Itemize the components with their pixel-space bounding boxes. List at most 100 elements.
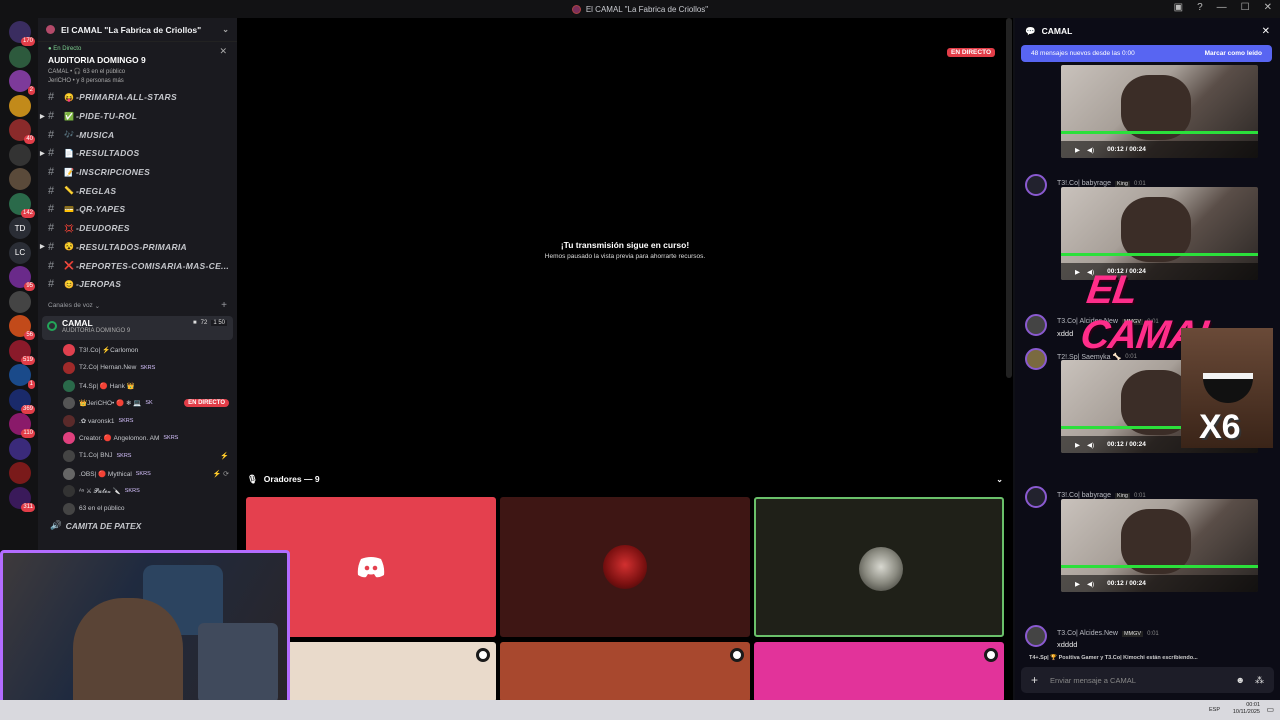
server-header[interactable]: El CAMAL "La Fabrica de Criollos" ⌄ — [38, 18, 237, 42]
video-attachment[interactable]: ▶ ◀) 00:12 / 00:24 — [1061, 65, 1258, 158]
server-icon[interactable]: 40 — [9, 119, 35, 144]
server-icon[interactable] — [9, 437, 31, 460]
server-icon[interactable]: 2 — [9, 70, 35, 95]
text-channel[interactable]: ▶ # 📄 -RESULTADOS — [38, 144, 237, 163]
voice-user[interactable]: Creator. 🔴 Angelomon. AM SKRS — [38, 430, 237, 448]
live-event-card[interactable]: ● En Directo AUDITORIA DOMINGO 9 CAMAL •… — [38, 42, 237, 88]
server-icon[interactable]: 1 — [9, 364, 35, 389]
language-indicator[interactable]: ESP — [1209, 707, 1220, 713]
mark-read-button[interactable]: Marcar como leído — [1205, 50, 1262, 57]
avatar[interactable] — [1025, 314, 1047, 336]
text-channel[interactable]: # 📝 -INSCRIPCIONES — [38, 163, 237, 182]
clock[interactable]: 00:01 10/11/2025 — [1233, 702, 1260, 716]
new-messages-bar[interactable]: 48 mensajes nuevos desde las 0:00 Marcar… — [1021, 45, 1272, 62]
add-channel-icon[interactable]: + — [221, 300, 227, 311]
voice-user[interactable]: 63 en el público — [38, 500, 237, 518]
channel-name: -REGLAS — [76, 185, 117, 196]
inbox-icon[interactable]: ▣ — [1174, 2, 1183, 13]
unread-indicator-icon: ▶ — [40, 150, 45, 157]
clan-tag: SKRS — [135, 470, 151, 477]
text-channel[interactable]: # 😊 -JEROPAS — [38, 275, 237, 294]
avatar[interactable] — [1025, 625, 1047, 647]
voice-channel-camal[interactable]: CAMAL AUDITORIA DOMINGO 9 ■ 72 1 50 — [42, 315, 233, 340]
chevron-down-icon[interactable]: ⌄ — [996, 475, 1003, 484]
message-author[interactable]: T3.Co| Alcides.New — [1057, 630, 1118, 637]
server-icon[interactable]: 170 — [9, 21, 35, 46]
play-icon[interactable]: ▶ — [1075, 268, 1080, 276]
voice-user[interactable]: .OBS| 🔴 Mythical SKRS ⚡ ⟳ — [38, 465, 237, 483]
avatar[interactable] — [1025, 174, 1047, 196]
minimize-button[interactable]: — — [1217, 2, 1227, 13]
video-attachment[interactable]: ▶ ◀) 00:12 / 00:24 — [1061, 187, 1258, 280]
video-attachment[interactable]: ▶ ◀) 00:12 / 00:24 — [1061, 499, 1258, 592]
maximize-button[interactable]: ☐ — [1241, 2, 1250, 13]
message-author[interactable]: T3!.Co| babyrage — [1057, 492, 1111, 499]
voice-user[interactable]: .✿ varonsk1 SKRS — [38, 412, 237, 430]
play-icon[interactable]: ▶ — [1075, 146, 1080, 154]
server-icon[interactable]: 369 — [9, 388, 35, 414]
text-channel[interactable]: ▶ # ✅ -PIDE-TU-ROL — [38, 107, 237, 126]
help-icon[interactable]: ? — [1197, 2, 1203, 13]
voice-user[interactable]: T1.Co| BNJ SKRS ⚡ — [38, 447, 237, 465]
server-icon[interactable] — [9, 143, 31, 166]
add-attachment-icon[interactable]: + — [1031, 673, 1038, 687]
volume-icon[interactable]: ◀) — [1087, 441, 1094, 449]
voice-channel-camita[interactable]: 🔊 CAMITA DE PATEX — [38, 518, 237, 534]
voice-user[interactable]: 👑JeriCHO• 🔴 ❄ 💻 SK EN DIRECTO — [38, 394, 237, 412]
server-icon[interactable]: 56 — [9, 315, 35, 340]
text-channel[interactable]: # 💢 -DEUDORES — [38, 219, 237, 238]
speakers-header[interactable]: 🎙 Oradores — 9 ⌄ — [247, 472, 1003, 486]
play-icon[interactable]: ▶ — [1075, 580, 1080, 588]
speakers-label: Oradores — 9 — [263, 474, 320, 484]
server-icon[interactable]: 110 — [9, 413, 35, 438]
speaker-tile[interactable] — [500, 497, 750, 637]
speaker-tile-active[interactable] — [754, 497, 1004, 637]
server-icon[interactable] — [9, 462, 31, 484]
server-icon[interactable] — [9, 290, 31, 313]
close-window-button[interactable]: ✕ — [1264, 2, 1272, 13]
scrollbar[interactable] — [1006, 18, 1012, 378]
server-icon[interactable]: 142 — [9, 192, 35, 218]
text-channel[interactable]: # 💳 -QR-YAPES — [38, 200, 237, 219]
text-channel[interactable]: ▶ # 😵 -RESULTADOS-PRIMARIA — [38, 238, 237, 257]
voice-category[interactable]: Canales de voz ⌄ + — [38, 298, 237, 314]
volume-icon[interactable]: ◀) — [1087, 146, 1094, 154]
avatar[interactable] — [1025, 348, 1047, 370]
voice-user[interactable]: ᴬˢ ⚔ 𝓟𝓪𝓽𝓮𝔁 🔪 SKRS — [38, 482, 237, 500]
server-icon[interactable]: LC — [9, 241, 31, 264]
emoji-icon[interactable]: ☻ — [1236, 675, 1245, 686]
video-controls: ▶ ◀) 00:12 / 00:24 — [1061, 141, 1258, 158]
voice-user[interactable]: T2.Co| Hernan.New SKRS — [38, 359, 237, 377]
voice-user[interactable]: T4.Sp| 🔴 Hank 👑 — [38, 377, 237, 395]
server-icon[interactable] — [9, 45, 31, 68]
event-sub: CAMAL • 🎧 63 en el público — [48, 69, 126, 75]
text-channel[interactable]: # ❌ -REPORTES-COMISARIA-MAS-CE... — [38, 256, 237, 275]
speaker-tile[interactable] — [754, 642, 1004, 702]
text-channel[interactable]: # 🎶 -MUSICA — [38, 125, 237, 144]
mention-badge: 311 — [21, 502, 35, 512]
text-channel[interactable]: # 😝 -PRIMARIA-ALL-STARS — [38, 88, 237, 107]
close-icon[interactable]: ✕ — [219, 46, 227, 57]
video-time: 00:12 / 00:24 — [1107, 441, 1146, 448]
avatar — [603, 545, 647, 589]
server-icon[interactable]: TD — [9, 217, 31, 239]
apps-icon[interactable]: ⁂ — [1255, 675, 1264, 686]
server-icon[interactable]: 95 — [9, 266, 35, 291]
close-icon[interactable]: ✕ — [1262, 26, 1270, 37]
volume-icon[interactable]: ◀) — [1087, 580, 1094, 588]
play-icon[interactable]: ▶ — [1075, 441, 1080, 449]
server-icon[interactable] — [9, 168, 31, 190]
chevron-down-icon[interactable]: ⌄ — [222, 25, 229, 34]
voice-user-name: .OBS| 🔴 Mythical — [79, 470, 132, 478]
voice-user[interactable]: T3!.Co| ⚡Carlomon — [38, 342, 237, 360]
message-input[interactable]: + Enviar mensaje a CAMAL ☻ ⁂ — [1021, 667, 1274, 693]
message-author[interactable]: T3!.Co| babyrage — [1057, 180, 1111, 187]
speaker-tile[interactable] — [500, 642, 750, 702]
server-icon[interactable]: 519 — [9, 339, 35, 365]
event-participants: JeriCHO • y 8 personas más — [48, 78, 124, 84]
text-channel[interactable]: # 📏 -REGLAS — [38, 181, 237, 200]
server-icon[interactable]: 311 — [9, 486, 35, 512]
avatar[interactable] — [1025, 486, 1047, 508]
server-icon[interactable] — [9, 94, 31, 117]
notification-icon[interactable]: ▭ — [1266, 705, 1274, 714]
